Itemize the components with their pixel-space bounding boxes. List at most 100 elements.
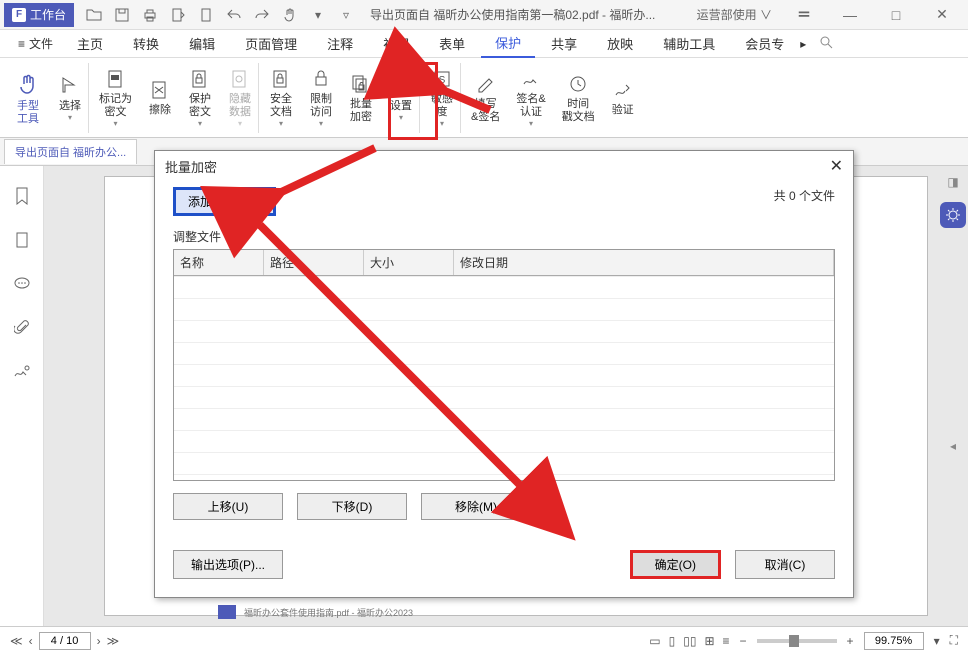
zoom-slider[interactable] (757, 639, 837, 643)
ribbon-hand-tool[interactable]: 手型 工具 (8, 63, 48, 133)
brand-text: 工作台 (30, 6, 66, 23)
menu-member[interactable]: 会员专 (731, 30, 798, 57)
hide-data-icon (228, 67, 252, 91)
erase-icon (148, 78, 172, 102)
attachments-icon[interactable] (12, 318, 32, 338)
file-menu[interactable]: ≡ 文件 (10, 31, 61, 56)
ribbon-settings[interactable]: 设置 ▾ (383, 63, 420, 133)
first-page-icon[interactable]: ≪ (10, 634, 23, 648)
menu-share[interactable]: 共享 (537, 30, 591, 57)
sensitivity-icon: S (430, 67, 454, 91)
export-icon[interactable] (170, 7, 186, 23)
title-right: 运营部使用 ∨ — □ ✕ (697, 5, 956, 25)
next-page-icon[interactable]: › (97, 634, 101, 648)
ribbon-sensitivity[interactable]: S 敏感 度 ▾ (424, 63, 461, 133)
menu-edit[interactable]: 编辑 (175, 30, 229, 57)
ribbon-sign-cert[interactable]: 签名& 认证 ▾ (510, 63, 551, 133)
ribbon-safe-doc[interactable]: 安全 文档 ▾ (263, 63, 299, 133)
ok-button[interactable]: 确定(O) (630, 550, 721, 579)
settings-icon[interactable] (790, 5, 818, 25)
zoom-input[interactable] (864, 632, 924, 650)
redo-icon[interactable] (254, 7, 270, 23)
chevron-down-icon[interactable]: ▿ (338, 7, 354, 23)
bookmark-icon[interactable] (12, 186, 32, 206)
safe-doc-icon (269, 67, 293, 91)
col-date[interactable]: 修改日期 (454, 250, 834, 275)
zoom-out-icon[interactable]: − (740, 634, 747, 648)
department-dropdown[interactable]: 运营部使用 ∨ (697, 6, 772, 23)
sign-cert-label: 签名& 认证 (516, 93, 545, 119)
prev-page-icon[interactable]: ‹ (29, 634, 33, 648)
ribbon-mark-secret[interactable]: 标记为 密文 ▾ (93, 63, 138, 133)
menu-protect[interactable]: 保护 (481, 29, 535, 58)
hand-icon[interactable] (282, 7, 298, 23)
sign-cert-icon (519, 67, 543, 91)
output-options-button[interactable]: 输出选项(P)... (173, 550, 283, 579)
open-icon[interactable] (86, 7, 102, 23)
menu-convert[interactable]: 转换 (119, 30, 173, 57)
adjust-files-label: 调整文件 (173, 228, 835, 245)
col-name[interactable]: 名称 (174, 250, 264, 275)
dialog-close-icon[interactable]: ✕ (830, 156, 843, 176)
fullscreen-icon[interactable]: ⛶ (950, 633, 958, 648)
move-up-button[interactable]: 上移(U) (173, 493, 283, 520)
ribbon-protect-secret[interactable]: 保护 密文 ▾ (182, 63, 218, 133)
document-tab[interactable]: 导出页面自 福昕办公... (4, 139, 137, 164)
close-icon[interactable]: ✕ (928, 5, 956, 25)
remove-button[interactable]: 移除(M) (421, 493, 531, 520)
brand-badge[interactable]: F 工作台 (4, 3, 74, 27)
save-icon[interactable] (114, 7, 130, 23)
ribbon-fill-sign[interactable]: 填写 &签名 (465, 63, 506, 133)
ribbon-timestamp[interactable]: 时间 戳文档 (556, 63, 601, 133)
add-file-button[interactable]: 添加文件(F)... (173, 187, 276, 216)
quick-access-toolbar: ▾ ▿ (86, 7, 354, 23)
view-single-icon[interactable]: ▭ (649, 634, 660, 648)
view-continuous-icon[interactable]: ▯ (669, 634, 676, 648)
menu-comment[interactable]: 注释 (313, 30, 367, 57)
signatures-icon[interactable] (12, 362, 32, 382)
window-title: 导出页面自 福昕办公使用指南第一稿02.pdf - 福昕办... (370, 6, 697, 23)
menu-present[interactable]: 放映 (593, 30, 647, 57)
dropdown-icon[interactable]: ▾ (310, 7, 326, 23)
last-page-icon[interactable]: ≫ (107, 634, 120, 648)
view-mode-icons: ▭ ▯ ▯▯ ⊞ ≡ (649, 634, 729, 648)
assistant-icon[interactable] (940, 202, 966, 228)
menu-home[interactable]: 主页 (63, 30, 117, 57)
undo-icon[interactable] (226, 7, 242, 23)
ribbon-batch-encrypt[interactable]: 批量 加密 (343, 63, 379, 133)
view-two-cont-icon[interactable]: ⊞ (704, 634, 714, 648)
hand-tool-icon (14, 70, 42, 98)
col-path[interactable]: 路径 (264, 250, 364, 275)
ribbon-restrict[interactable]: 限制 访问 ▾ (303, 63, 339, 133)
zoom-in-icon[interactable]: + (847, 634, 854, 648)
search-icon[interactable] (818, 34, 834, 53)
embedded-brand-icon (218, 605, 236, 619)
view-reflow-icon[interactable]: ≡ (723, 634, 730, 648)
col-size[interactable]: 大小 (364, 250, 454, 275)
ribbon-select[interactable]: 选择 ▾ (52, 63, 89, 133)
minimize-icon[interactable]: — (836, 5, 864, 25)
move-down-button[interactable]: 下移(D) (297, 493, 407, 520)
table-body[interactable] (174, 276, 834, 482)
menu-view[interactable]: 视图 (369, 30, 423, 57)
page-input[interactable] (39, 632, 91, 650)
menu-form[interactable]: 表单 (425, 30, 479, 57)
comments-icon[interactable] (12, 274, 32, 294)
panel-toggle-icon[interactable]: ◨ (943, 172, 963, 192)
right-expand-icon[interactable]: ◂ (943, 436, 963, 456)
ribbon-erase[interactable]: 擦除 (142, 63, 178, 133)
ribbon-verify[interactable]: 验证 (605, 63, 641, 133)
page-icon[interactable] (198, 7, 214, 23)
brand-icon: F (12, 8, 26, 22)
maximize-icon[interactable]: □ (882, 5, 910, 25)
print-icon[interactable] (142, 7, 158, 23)
view-two-icon[interactable]: ▯▯ (683, 634, 696, 648)
right-rail: ◨ ◂ (938, 166, 968, 626)
cancel-button[interactable]: 取消(C) (735, 550, 835, 579)
menu-scroll-right-icon[interactable]: ▸ (800, 37, 806, 51)
menu-assist[interactable]: 辅助工具 (649, 30, 729, 57)
zoom-dropdown-icon[interactable]: ▾ (934, 634, 940, 648)
pages-icon[interactable] (12, 230, 32, 250)
menu-page-manage[interactable]: 页面管理 (231, 30, 311, 57)
dialog-title: 批量加密 (165, 157, 217, 176)
